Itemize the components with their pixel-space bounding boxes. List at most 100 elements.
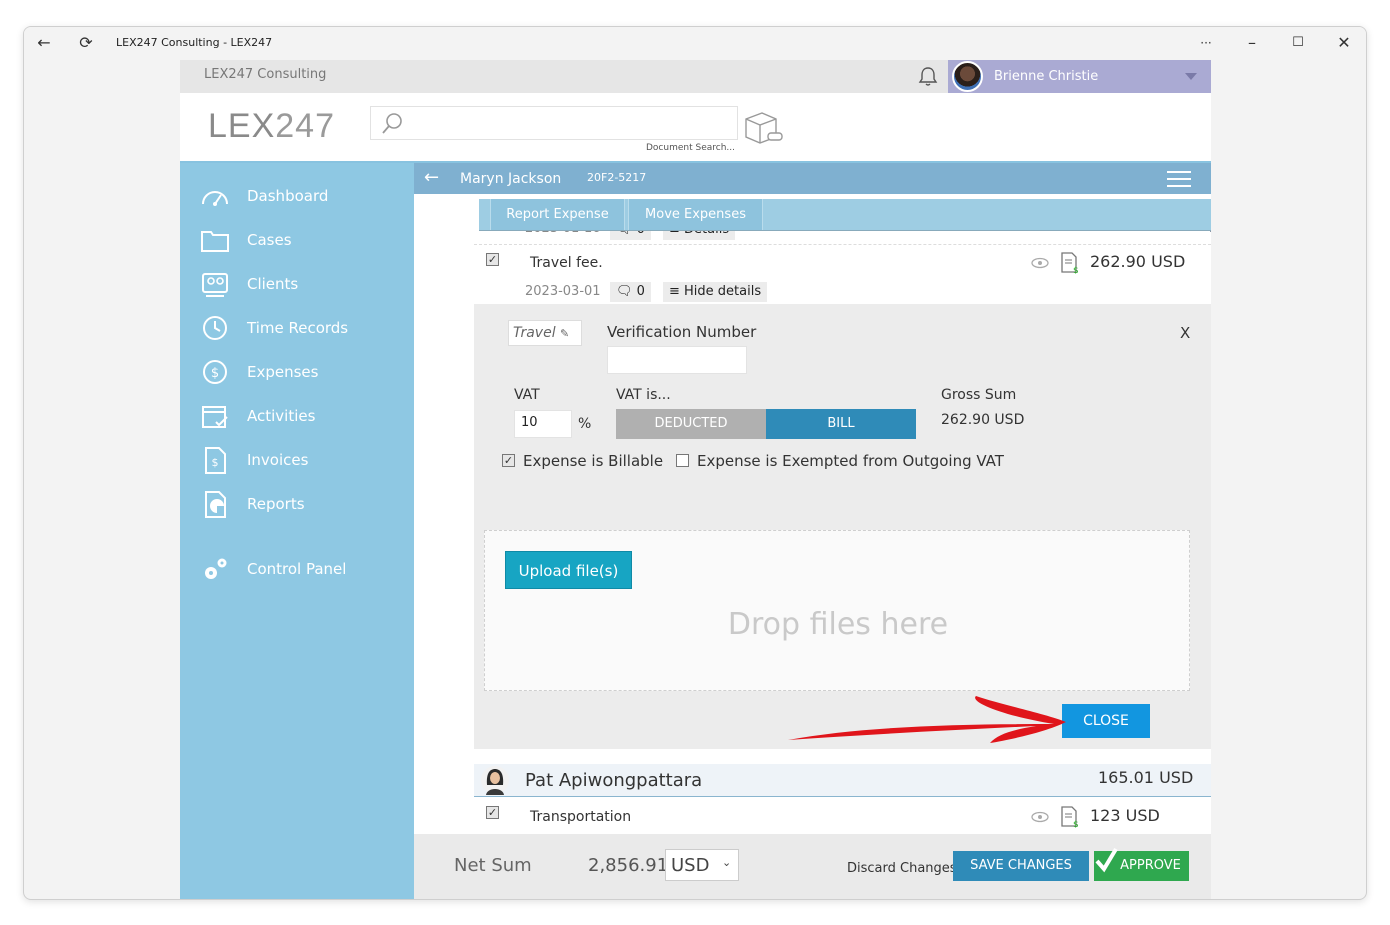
pencil-icon: ✎ [560,327,570,340]
expense-amount: 123 USD [1090,806,1160,825]
gross-sum-value: 262.90 USD [941,412,1025,428]
expense-checkbox[interactable]: ✓ [486,806,499,819]
app-window: ← ⟳ LEX247 Consulting - LEX247 ··· – ☐ ✕… [23,26,1367,900]
vat-deducted-button[interactable]: DEDUCTED [616,409,766,439]
billable-checkbox[interactable]: ✓ [502,454,515,467]
dashboard-icon [202,191,228,206]
approve-button[interactable]: APPROVE [1094,847,1189,881]
bottom-bar: Net Sum 2,856.91 USD ⌄ Discard Changes S… [414,834,1211,899]
avatar [481,766,509,795]
vat-is-label: VAT is... [616,387,671,403]
net-sum-label: Net Sum [454,855,532,876]
package-icon[interactable] [742,109,786,145]
more-options-icon[interactable]: ··· [1196,33,1216,53]
expense-checkbox[interactable]: ✓ [486,253,499,266]
tab-report-expense[interactable]: Report Expense [490,199,625,230]
client-name[interactable]: Maryn Jackson [460,171,561,187]
expense-date: 2023-03-01 [525,284,601,299]
person-total: 165.01 USD [1098,768,1194,787]
vat-exempt-checkbox[interactable] [676,454,689,467]
maximize-icon[interactable]: ☐ [1288,33,1308,53]
file-drop-zone[interactable]: Upload file(s) Drop files here [484,530,1190,691]
vat-label: VAT [514,387,540,403]
sidebar-item-label: Invoices [247,451,309,469]
person-name[interactable]: Pat Apiwongpattara [525,770,702,791]
hamburger-menu-icon[interactable] [1167,171,1191,187]
close-detail-x-button[interactable]: X [1180,324,1190,342]
header: LEX247 Document Search... [180,93,1211,163]
sidebar-item-invoices[interactable]: $ Invoices [180,440,414,480]
user-menu[interactable]: Brienne Christie [948,60,1211,93]
category-badge[interactable]: Travel ✎ [508,320,582,346]
receipt-icon[interactable]: $ [1059,806,1079,828]
vat-input[interactable]: 10 [514,410,572,438]
bell-icon[interactable] [917,65,939,87]
main-panel: ← Maryn Jackson 20F2-5217 2023-01-16 🗨 0… [414,163,1211,899]
net-sum-value: 2,856.91 [588,855,669,876]
details-toggle[interactable]: ≡ Hide details [663,282,768,302]
checkmark-icon [1095,847,1118,873]
invoice-icon: $ [205,447,226,474]
vat-value: 10 [521,415,538,430]
save-changes-button[interactable]: SAVE CHANGES [953,851,1089,881]
app-area: LEX247 Consulting Brienne Christie LEX24… [180,60,1211,899]
annotation-arrow [788,696,1066,743]
upload-files-button[interactable]: Upload file(s) [505,551,632,589]
expense-list: 2023-01-16 🗨 0 ≡ Details ✓ Travel fee. $… [474,194,1211,834]
category-label: Travel [513,325,556,341]
org-name: LEX247 Consulting [204,67,327,82]
title-bar: ← ⟳ LEX247 Consulting - LEX247 ··· – ☐ ✕ [24,27,1366,59]
details-label: Hide details [684,284,762,299]
sidebar-item-reports[interactable]: Reports [180,484,414,524]
avatar [952,61,983,92]
person-group-header: Pat Apiwongpattara 165.01 USD [474,764,1211,797]
eye-icon[interactable] [1030,810,1050,824]
sidebar-item-expenses[interactable]: $ Expenses [180,352,414,392]
close-window-icon[interactable]: ✕ [1334,33,1354,53]
comment-button[interactable]: 🗨 0 [610,282,651,302]
back-arrow-icon[interactable]: ← [424,167,439,188]
corner-marker [1210,231,1211,245]
verification-number-input[interactable] [607,346,747,374]
sidebar-item-cases[interactable]: Cases [180,220,414,260]
sidebar-item-time-records[interactable]: Time Records [180,308,414,348]
sidebar-item-clients[interactable]: Clients [180,264,414,304]
eye-icon[interactable] [1030,256,1050,270]
tab-move-expenses[interactable]: Move Expenses [628,199,763,230]
approve-label: APPROVE [1120,858,1181,873]
vat-exempt-label: Expense is Exempted from Outgoing VAT [697,452,1004,470]
sidebar-item-dashboard[interactable]: Dashboard [180,176,414,216]
logo-thin: 247 [275,107,335,145]
receipt-icon[interactable]: $ [1059,252,1079,274]
back-arrow-icon[interactable]: ← [34,33,54,53]
dollar-icon: $ [203,360,227,384]
list-item: ✓ Transportation $ 123 USD [474,797,1211,834]
sidebar-item-label: Expenses [247,363,319,381]
minimize-icon[interactable]: – [1242,33,1262,53]
calendar-icon [202,406,228,428]
gears-icon [205,558,227,579]
sidebar-item-control-panel[interactable]: Control Panel [180,549,414,589]
close-button[interactable]: CLOSE [1062,704,1150,738]
refresh-icon[interactable]: ⟳ [76,33,96,53]
logo[interactable]: LEX247 [208,107,335,146]
svg-text:$: $ [212,456,219,469]
top-bar: LEX247 Consulting Brienne Christie [180,60,1211,93]
svg-text:$: $ [211,366,219,381]
currency-select[interactable]: USD ⌄ [665,849,739,881]
sidebar-item-activities[interactable]: Activities [180,396,414,436]
sidebar-item-label: Cases [247,231,292,249]
chevron-down-icon: ⌄ [722,856,732,869]
discard-changes-link[interactable]: Discard Changes [847,861,957,876]
document-search-input[interactable] [370,106,738,140]
case-bar: ← Maryn Jackson 20F2-5217 [414,163,1211,194]
sidebar-item-label: Clients [247,275,299,293]
sidebar-item-label: Time Records [247,319,349,337]
sidebar: Dashboard Cases Clients Time Records $ E… [180,163,414,899]
sidebar-item-label: Control Panel [247,560,347,578]
verification-label: Verification Number [607,323,757,341]
svg-text:$: $ [1073,266,1079,274]
vat-bill-button[interactable]: BILL [766,409,916,439]
comment-count: 0 [636,284,645,299]
clock-icon [203,316,227,340]
